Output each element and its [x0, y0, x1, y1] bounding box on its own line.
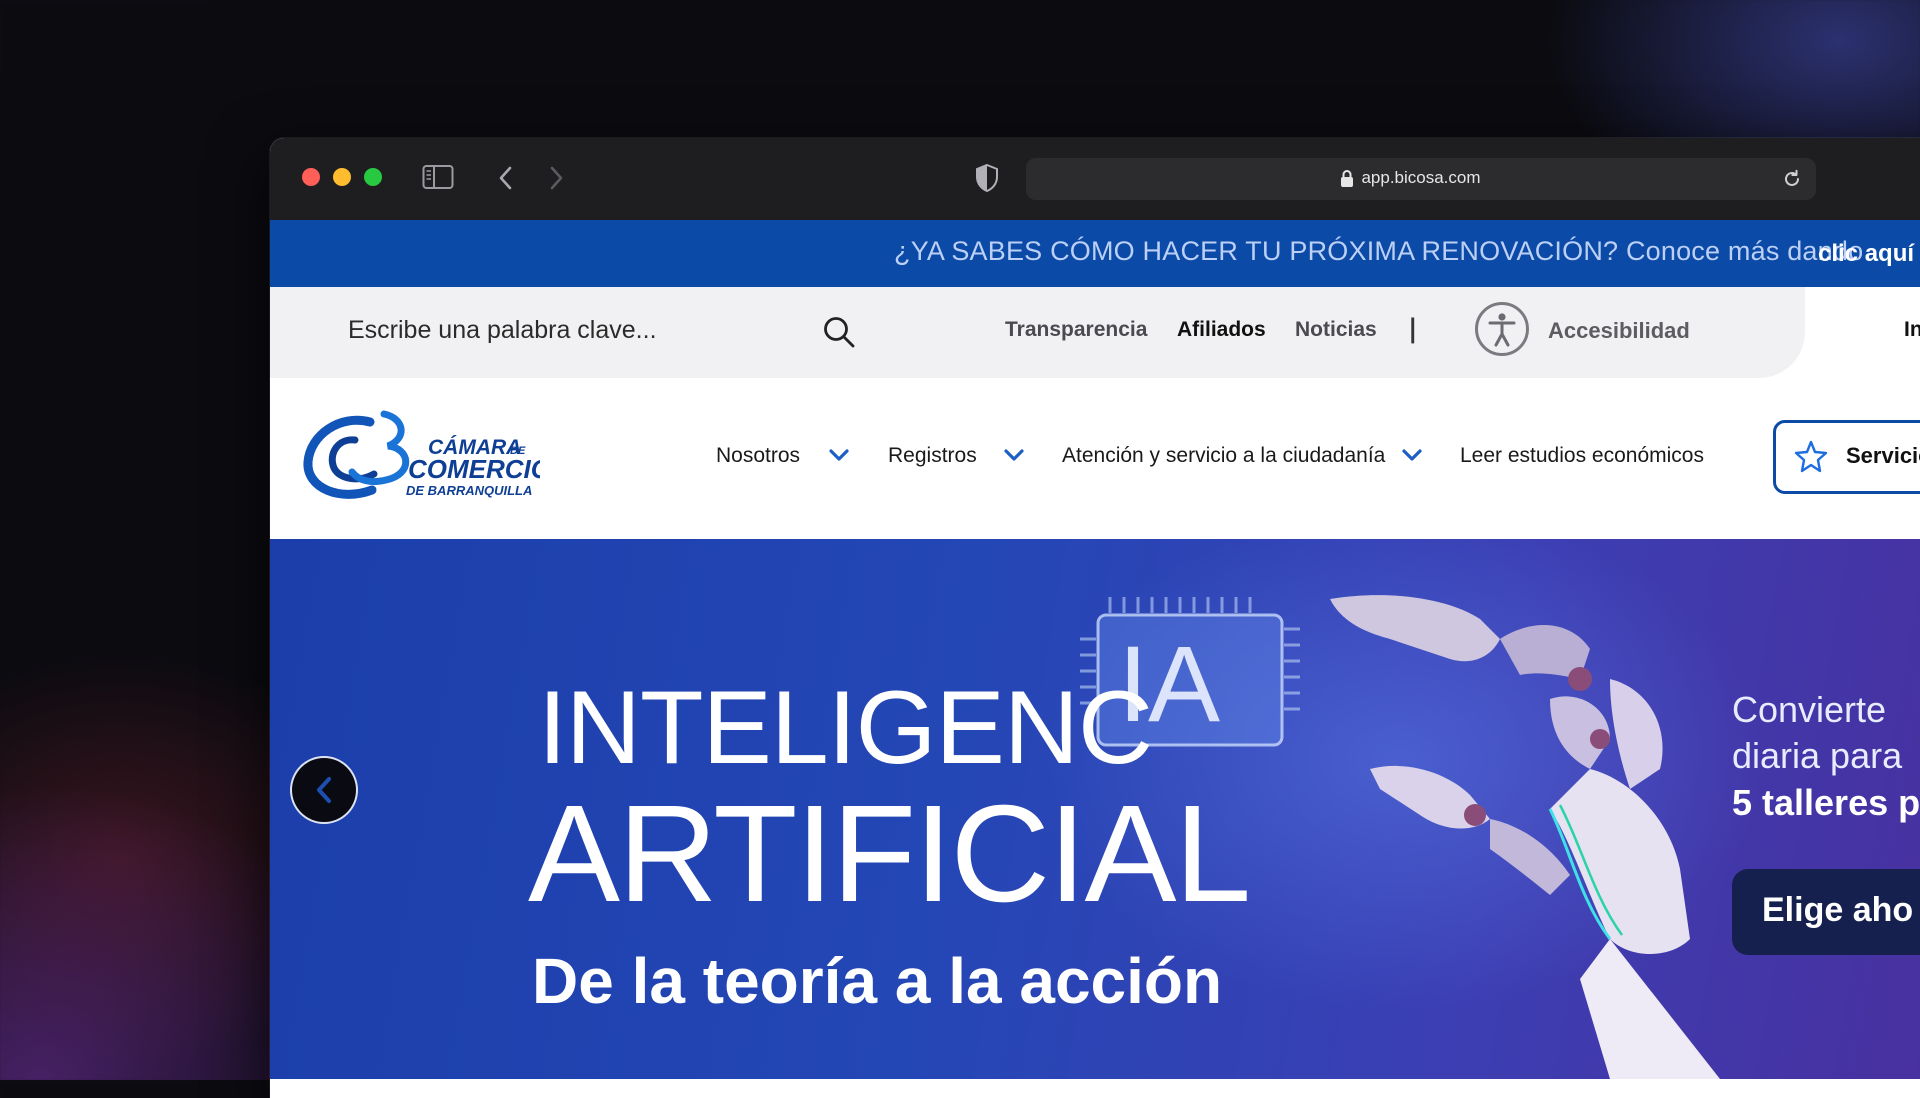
chevron-down-icon[interactable]: [1401, 447, 1423, 463]
announcement-banner: ¿YA SABES CÓMO HACER TU PRÓXIMA RENOVACI…: [270, 220, 1920, 287]
star-icon: [1794, 440, 1828, 473]
main-navigation: CÁMARA DE COMERCIO DE BARRANQUILLA Nosot…: [270, 378, 1920, 539]
hero-side-text-3: 5 talleres p: [1732, 782, 1920, 823]
browser-window: app.bicosa.com ¿YA SABES CÓMO HACER TU P…: [270, 138, 1920, 1098]
announcement-text: ¿YA SABES CÓMO HACER TU PRÓXIMA RENOVACI…: [894, 236, 1864, 266]
accessibility-icon[interactable]: [1475, 302, 1529, 356]
separator: |: [1408, 314, 1418, 344]
address-bar[interactable]: app.bicosa.com: [1026, 158, 1816, 200]
zoom-window-button[interactable]: [364, 168, 382, 186]
chevron-left-icon: [317, 777, 331, 803]
hero-side-text-2: diaria para: [1732, 735, 1903, 776]
utility-bar: Escribe una palabra clave... Transparenc…: [270, 287, 1805, 378]
services-button[interactable]: Servicio: [1773, 420, 1920, 494]
svg-text:DE BARRANQUILLA: DE BARRANQUILLA: [406, 483, 532, 498]
transparencia-link[interactable]: Transparencia: [1005, 318, 1147, 342]
minimize-window-button[interactable]: [333, 168, 351, 186]
chevron-down-icon[interactable]: [1003, 447, 1025, 463]
carousel-prev-button[interactable]: [292, 758, 356, 822]
robot-hand-graphic: [1330, 595, 1720, 1079]
search-icon[interactable]: [822, 315, 856, 349]
login-link-cut[interactable]: In: [1904, 318, 1920, 342]
nav-nosotros[interactable]: Nosotros: [716, 444, 800, 468]
hero-subtitle: De la teoría a la acción: [532, 945, 1223, 1017]
page-content-edge: [270, 1079, 1920, 1098]
hero-banner[interactable]: IA INTELIGENC ARTIFICIAL De la teoría a …: [270, 539, 1920, 1079]
back-icon[interactable]: [496, 164, 516, 192]
accessibility-link[interactable]: Accesibilidad: [1548, 318, 1690, 344]
browser-toolbar: app.bicosa.com: [270, 138, 1920, 221]
hero-cta-button[interactable]: Elige aho: [1732, 869, 1920, 955]
chevron-down-icon[interactable]: [828, 447, 850, 463]
close-window-button[interactable]: [302, 168, 320, 186]
hero-side-text-1: Convierte: [1732, 689, 1887, 730]
announcement-link[interactable]: clic aquí: [1818, 240, 1914, 268]
nav-estudios[interactable]: Leer estudios económicos: [1460, 444, 1704, 468]
nav-registros[interactable]: Registros: [888, 444, 977, 468]
reload-icon[interactable]: [1782, 169, 1802, 189]
hero-cta-label: Elige aho: [1762, 891, 1914, 929]
svg-text:COMERCIO: COMERCIO: [408, 454, 540, 484]
hero-title-line1: INTELIGENC: [538, 670, 1153, 786]
logo[interactable]: CÁMARA DE COMERCIO DE BARRANQUILLA: [300, 410, 551, 505]
search-input[interactable]: Escribe una palabra clave...: [348, 316, 657, 345]
noticias-link[interactable]: Noticias: [1295, 318, 1377, 342]
url-text: app.bicosa.com: [1361, 168, 1481, 187]
services-label: Servicio: [1846, 443, 1920, 468]
hero-title-line2: ARTIFICIAL: [528, 777, 1251, 931]
forward-icon[interactable]: [546, 164, 566, 192]
logo-mark-icon: CÁMARA DE COMERCIO DE BARRANQUILLA: [303, 410, 551, 499]
sidebar-icon[interactable]: [422, 164, 454, 190]
shield-icon[interactable]: [974, 163, 1000, 193]
afiliados-link[interactable]: Afiliados: [1177, 318, 1266, 342]
nav-atencion[interactable]: Atención y servicio a la ciudadanía: [1062, 444, 1385, 468]
